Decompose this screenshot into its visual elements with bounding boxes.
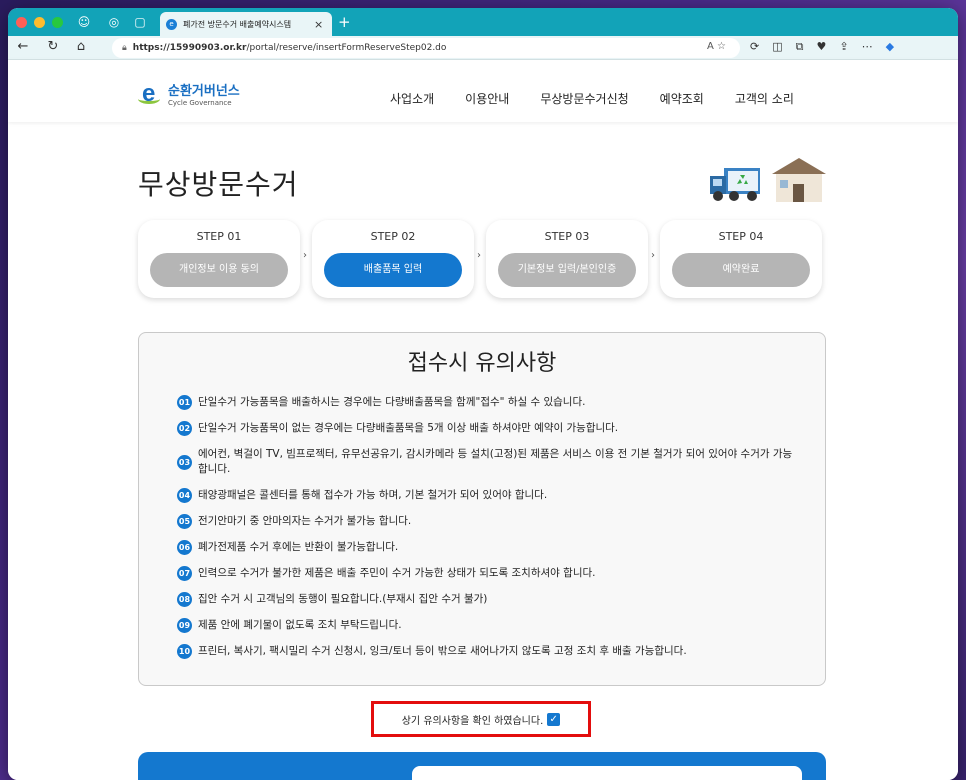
notice-item: 05 전기안마기 중 안마의자는 수거가 불가능 합니다. — [177, 514, 797, 529]
notice-text: 단일수거 가능품목이 없는 경우에는 다량배출품목을 5개 이상 배출 하셔야만… — [198, 422, 619, 434]
window-controls — [16, 17, 63, 28]
notice-item: 04 태양광패널은 콜센터를 통해 접수가 가능 하며, 기본 철거가 되어 있어… — [177, 488, 797, 503]
tab-title: 폐가전 방문수거 배출예약시스템 — [183, 19, 292, 29]
step-4: STEP 04 예약완료 — [660, 220, 822, 298]
nav-item-lookup[interactable]: 예약조회 — [660, 90, 704, 107]
number-badge-icon: 04 — [177, 488, 192, 503]
tab-actions-icon[interactable]: ▢ — [132, 14, 148, 30]
notice-item: 08 집안 수거 시 고객님의 동행이 필요합니다.(부재시 집안 수거 불가) — [177, 592, 797, 607]
logo-text-en: Cycle Governance — [168, 99, 232, 107]
minimize-window-button[interactable] — [34, 17, 45, 28]
step-2: STEP 02 배출품목 입력 — [312, 220, 474, 298]
notice-box: 접수시 유의사항 01 단일수거 가능품목을 배출하시는 경우에는 다량배출품목을… — [138, 332, 826, 686]
close-tab-icon[interactable]: × — [314, 18, 328, 31]
step-pill: 예약완료 — [672, 253, 810, 287]
step-3: STEP 03 기본정보 입력/본인인증 — [486, 220, 648, 298]
notice-text: 인력으로 수거가 불가한 제품은 배출 주민이 수거 가능한 상태가 되도록 조… — [198, 567, 596, 579]
nav-item-voice[interactable]: 고객의 소리 — [735, 90, 794, 107]
notice-item: 10 프린터, 복사기, 팩시밀리 수거 신청시, 잉크/토너 등이 밖으로 새어… — [177, 644, 797, 659]
copilot-icon[interactable]: ◆ — [886, 40, 894, 54]
lock-icon: 🔒︎ — [122, 43, 127, 53]
notice-text: 제품 안에 폐기물이 없도록 조치 부탁드립니다. — [198, 619, 402, 631]
confirm-label: 상기 유의사항을 확인 하였습니다. — [401, 715, 544, 727]
nav-item-about[interactable]: 사업소개 — [390, 90, 434, 107]
notice-text: 태양광패널은 콜센터를 통해 접수가 가능 하며, 기본 철거가 되어 있어야 … — [198, 489, 548, 501]
number-badge-icon: 08 — [177, 592, 192, 607]
number-badge-icon: 03 — [177, 454, 192, 470]
address-bar[interactable]: 🔒︎ https://15990903.or.kr /portal/reserv… — [112, 38, 740, 58]
back-icon[interactable]: ← — [14, 39, 32, 54]
step-label: STEP 03 — [544, 230, 590, 243]
tab-bar: ☺ ◎ ▢ e 폐가전 방문수거 배출예약시스템 × + — [8, 8, 958, 36]
home-icon[interactable]: ⌂ — [72, 39, 90, 54]
notice-item: 02 단일수거 가능품목이 없는 경우에는 다량배출품목을 5개 이상 배출 하셔… — [177, 421, 797, 436]
step-pill-active: 배출품목 입력 — [324, 253, 462, 287]
notice-text: 전기안마기 중 안마의자는 수거가 불가능 합니다. — [198, 515, 412, 527]
number-badge-icon: 02 — [177, 421, 192, 436]
number-badge-icon: 07 — [177, 566, 192, 581]
step-label: STEP 02 — [370, 230, 416, 243]
logo-text-kr: 순환거버넌스 — [168, 84, 240, 99]
profile-icon[interactable]: ☺ — [76, 14, 92, 30]
url-path: /portal/reserve/insertFormReserveStep02.… — [246, 43, 447, 53]
maximize-window-button[interactable] — [52, 17, 63, 28]
number-badge-icon: 01 — [177, 395, 192, 410]
main-nav: 사업소개 이용안내 무상방문수거신청 예약조회 고객의 소리 — [390, 90, 825, 107]
notice-text: 폐가전제품 수거 후에는 반환이 불가능합니다. — [198, 541, 399, 553]
notice-item: 03 에어컨, 벽걸이 TV, 빔프로젝터, 유무선공유기, 감시카메라 등 설치… — [177, 447, 797, 477]
site-header: e 순환거버넌스 Cycle Governance 사업소개 이용안내 무상방문… — [8, 60, 958, 122]
workspaces-icon[interactable]: ◎ — [106, 14, 122, 30]
nav-item-apply[interactable]: 무상방문수거신청 — [540, 90, 628, 107]
notice-item: 01 단일수거 가능품목을 배출하시는 경우에는 다량배출품목을 함께"접수" 하… — [177, 395, 797, 410]
split-screen-icon[interactable]: ◫ — [772, 40, 782, 54]
step-pill: 개인정보 이용 동의 — [150, 253, 288, 287]
close-window-button[interactable] — [16, 17, 27, 28]
number-badge-icon: 05 — [177, 514, 192, 529]
notice-item: 09 제품 안에 폐기물이 없도록 조치 부탁드립니다. — [177, 618, 797, 633]
site-logo[interactable]: e 순환거버넌스 Cycle Governance — [138, 80, 240, 108]
favicon-icon: e — [166, 18, 177, 30]
item-input-section — [138, 752, 826, 780]
chevron-right-icon: › — [651, 250, 655, 261]
share-icon[interactable]: ⇪ — [839, 40, 848, 54]
notice-list: 01 단일수거 가능품목을 배출하시는 경우에는 다량배출품목을 함께"접수" 하… — [177, 395, 797, 659]
number-badge-icon: 09 — [177, 618, 192, 633]
favorite-star-icon[interactable]: A ☆ — [707, 41, 726, 52]
collections-icon[interactable]: ⧉ — [796, 40, 804, 54]
number-badge-icon: 10 — [177, 644, 192, 659]
truck-house-icon — [710, 158, 826, 202]
notice-item: 07 인력으로 수거가 불가한 제품은 배출 주민이 수거 가능한 상태가 되도록… — [177, 566, 797, 581]
address-toolbar: ← ↻ ⌂ 🔒︎ https://15990903.or.kr /portal/… — [8, 36, 958, 60]
new-tab-button[interactable]: + — [338, 13, 351, 31]
number-badge-icon: 06 — [177, 540, 192, 555]
item-input-field[interactable] — [412, 766, 802, 780]
step-1: STEP 01 개인정보 이용 동의 — [138, 220, 300, 298]
chevron-right-icon: › — [477, 250, 481, 261]
more-menu-icon[interactable]: ⋯ — [862, 40, 873, 54]
nav-item-guide[interactable]: 이용안내 — [465, 90, 509, 107]
tab-active[interactable]: e 폐가전 방문수거 배출예약시스템 × — [160, 12, 332, 36]
logo-mark-icon: e — [138, 80, 164, 108]
step-pill: 기본정보 입력/본인인증 — [498, 253, 636, 287]
step-label: STEP 04 — [718, 230, 764, 243]
notice-text: 집안 수거 시 고객님의 동행이 필요합니다.(부재시 집안 수거 불가) — [198, 593, 488, 605]
notice-title: 접수시 유의사항 — [407, 351, 557, 376]
notice-text: 단일수거 가능품목을 배출하시는 경우에는 다량배출품목을 함께"접수" 하실 … — [198, 396, 586, 408]
browser-essentials-icon[interactable]: ♥ — [816, 40, 826, 54]
extensions-icon[interactable]: ⟳ — [750, 40, 759, 54]
url-host: https://15990903.or.kr — [132, 43, 247, 53]
notice-item: 06 폐가전제품 수거 후에는 반환이 불가능합니다. — [177, 540, 797, 555]
browser-window: ☺ ◎ ▢ e 폐가전 방문수거 배출예약시스템 × + ← ↻ ⌂ 🔒︎ ht… — [8, 8, 958, 780]
web-page: e 순환거버넌스 Cycle Governance 사업소개 이용안내 무상방문… — [8, 60, 958, 780]
page-title: 무상방문수거 — [138, 168, 299, 201]
confirm-notice-checkbox-row[interactable]: 상기 유의사항을 확인 하였습니다. ✓ — [371, 701, 591, 737]
notice-text: 에어컨, 벽걸이 TV, 빔프로젝터, 유무선공유기, 감시카메라 등 설치(고… — [198, 448, 793, 475]
checkmark-icon[interactable]: ✓ — [547, 712, 561, 726]
chevron-right-icon: › — [303, 250, 307, 261]
browser-tool-icons: ⟳ ◫ ⧉ ♥ ⇪ ⋯ ◆ — [750, 40, 894, 54]
step-label: STEP 01 — [196, 230, 242, 243]
refresh-icon[interactable]: ↻ — [44, 39, 62, 54]
notice-text: 프린터, 복사기, 팩시밀리 수거 신청시, 잉크/토너 등이 밖으로 새어나가… — [198, 645, 687, 657]
